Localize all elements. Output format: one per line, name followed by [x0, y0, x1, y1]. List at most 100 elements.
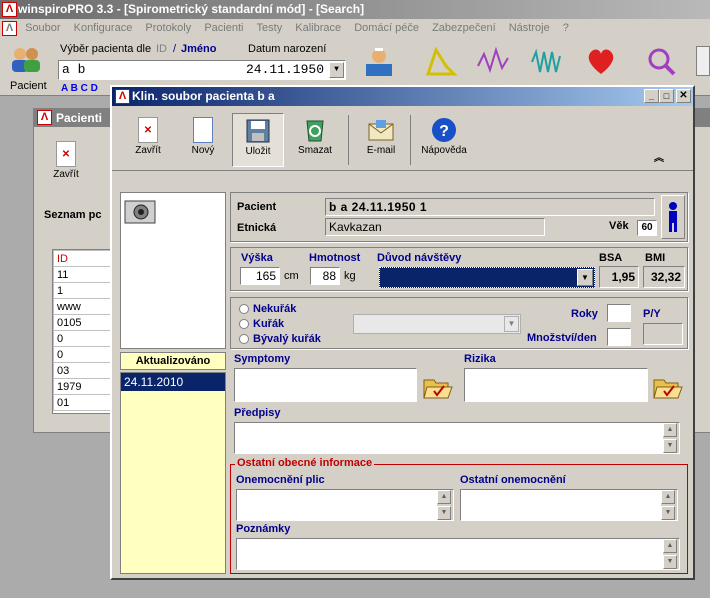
dialog-title: Klin. soubor pacienta b a [132, 89, 275, 103]
smoking-dropdown-button[interactable]: ▼ [504, 316, 519, 332]
radio-circle[interactable] [239, 334, 249, 344]
notes-input[interactable]: ▲ ▼ [236, 538, 680, 570]
scroll-up-arrow[interactable]: ▲ [661, 490, 675, 504]
patient-list[interactable]: ID 11 1 www 0105 0 0 03 1979 01 [52, 249, 114, 414]
amount-input[interactable] [607, 328, 631, 346]
symptoms-label: Symptomy [234, 353, 291, 365]
menu-konfigurace[interactable]: Konfigurace [69, 19, 138, 37]
scroll-down-arrow[interactable]: ▼ [661, 506, 675, 520]
scroll-down-arrow[interactable]: ▼ [663, 439, 677, 453]
list-item[interactable]: 0 [53, 330, 113, 347]
delete-button[interactable]: Smazat [289, 113, 341, 163]
list-item[interactable]: www [53, 298, 113, 315]
menu-soubor[interactable]: Soubor [20, 19, 65, 37]
patient-button-label[interactable]: Pacient [10, 80, 47, 92]
gender-male-icon[interactable] [661, 195, 685, 239]
other-disease-scrollbar[interactable]: ▲ ▼ [661, 490, 677, 520]
updated-dates-list[interactable]: 24.11.2010 [120, 372, 226, 574]
height-input[interactable]: 165 [240, 267, 280, 285]
smoking-type-select[interactable]: ▼ [353, 314, 521, 334]
years-input[interactable] [607, 304, 631, 322]
menu-pacienti[interactable]: Pacienti [199, 19, 248, 37]
radio-former-smoker[interactable]: Bývalý kuřák [239, 333, 321, 345]
mvv-test-icon[interactable] [530, 44, 564, 78]
menu-protokoly[interactable]: Protokoly [140, 19, 196, 37]
risks-folder-icon[interactable] [652, 374, 684, 400]
patients-close-button[interactable]: ✕ Zavřít [40, 137, 92, 187]
patient-list-label: Seznam pc [44, 209, 102, 221]
minimize-button[interactable]: _ [644, 89, 659, 103]
vc-test-icon[interactable] [476, 44, 510, 78]
risks-input[interactable] [464, 368, 648, 402]
radio-smoker[interactable]: Kuřák [239, 318, 284, 330]
scroll-up-arrow[interactable]: ▲ [663, 539, 677, 553]
patients-icon[interactable] [8, 44, 44, 74]
print-icon[interactable] [696, 46, 710, 76]
visit-reason-label: Důvod návštěvy [377, 252, 462, 264]
lung-disease-scrollbar[interactable]: ▲ ▼ [437, 490, 453, 520]
menu-zabezpeceni[interactable]: Zabezpečení [427, 19, 501, 37]
symptoms-folder-icon[interactable] [422, 374, 454, 400]
menu-app-icon[interactable]: Λ [2, 21, 17, 36]
analysis-icon[interactable] [644, 44, 678, 78]
collapse-chevron-icon[interactable]: ︽ [654, 149, 664, 164]
menu-help[interactable]: ? [558, 19, 574, 37]
patients-close-label: Zavřít [53, 169, 79, 180]
menu-kalibrace[interactable]: Kalibrace [290, 19, 346, 37]
search-dropdown-button[interactable]: ▼ [329, 62, 344, 78]
list-item[interactable]: 1 [53, 282, 113, 299]
prescriptions-scrollbar[interactable]: ▲ ▼ [663, 423, 679, 453]
lung-disease-input[interactable]: ▲ ▼ [236, 489, 454, 521]
bmi-label: BMI [645, 252, 666, 264]
notes-label: Poznámky [236, 523, 291, 535]
list-item[interactable]: 0 [53, 346, 113, 363]
close-button[interactable]: ✕ Zavřít [122, 113, 174, 163]
patient-photo-panel[interactable] [120, 192, 226, 349]
visit-reason-dropdown-button[interactable]: ▼ [577, 269, 593, 286]
alphabet-filter[interactable]: A B C D [61, 83, 98, 94]
doctor-icon[interactable] [362, 44, 396, 78]
radio-smoker-label: Kuřák [253, 318, 285, 330]
scroll-down-arrow[interactable]: ▼ [663, 555, 677, 569]
list-item[interactable]: 03 [53, 362, 113, 379]
select-by-name-option[interactable]: Jméno [181, 43, 216, 55]
select-by-label: Výběr pacienta dle [60, 43, 152, 55]
menu-domaci-pece[interactable]: Domácí péče [349, 19, 424, 37]
notes-scrollbar[interactable]: ▲ ▼ [663, 539, 679, 569]
prescriptions-input[interactable]: ▲ ▼ [234, 422, 680, 454]
select-by-id-option[interactable]: ID [156, 43, 167, 55]
search-input[interactable]: a b 24.11.1950 ▼ [58, 60, 346, 80]
weight-input[interactable]: 88 [310, 267, 340, 285]
list-item[interactable]: 01 [53, 394, 113, 411]
scroll-up-arrow[interactable]: ▲ [663, 423, 677, 437]
menu-nastroje[interactable]: Nástroje [504, 19, 555, 37]
list-item[interactable]: 11 [53, 266, 113, 283]
fvc-test-icon[interactable] [424, 44, 458, 78]
new-button[interactable]: Nový [177, 113, 229, 163]
menu-testy[interactable]: Testy [252, 19, 288, 37]
scroll-down-arrow[interactable]: ▼ [437, 506, 451, 520]
radio-circle[interactable] [239, 319, 249, 329]
close-window-button[interactable]: ✕ [676, 89, 691, 103]
radio-circle[interactable] [239, 304, 249, 314]
heart-icon[interactable] [584, 44, 618, 78]
scroll-up-arrow[interactable]: ▲ [437, 490, 451, 504]
visit-reason-select[interactable]: ▼ [379, 267, 595, 288]
app-title-bar: Λ winspiroPRO 3.3 - [Spirometrický stand… [0, 0, 710, 19]
camera-icon[interactable] [123, 197, 159, 227]
save-button-label: Uložit [245, 146, 271, 157]
list-item[interactable]: 0105 [53, 314, 113, 331]
radio-nonsmoker[interactable]: Nekuřák [239, 303, 296, 315]
help-button[interactable]: ? Nápověda [416, 113, 472, 163]
date-list-item[interactable]: 24.11.2010 [121, 373, 225, 391]
weight-unit: kg [344, 270, 356, 282]
list-item[interactable]: 1979 [53, 378, 113, 395]
save-button[interactable]: Uložit [232, 113, 284, 167]
patients-window-logo-icon: Λ [37, 110, 52, 125]
symptoms-input[interactable] [234, 368, 417, 402]
list-header-id[interactable]: ID [53, 250, 113, 267]
dob-label: Datum narození [248, 43, 327, 55]
email-button[interactable]: E-mail [355, 113, 407, 163]
maximize-button[interactable]: □ [659, 89, 674, 103]
other-disease-input[interactable]: ▲ ▼ [460, 489, 678, 521]
